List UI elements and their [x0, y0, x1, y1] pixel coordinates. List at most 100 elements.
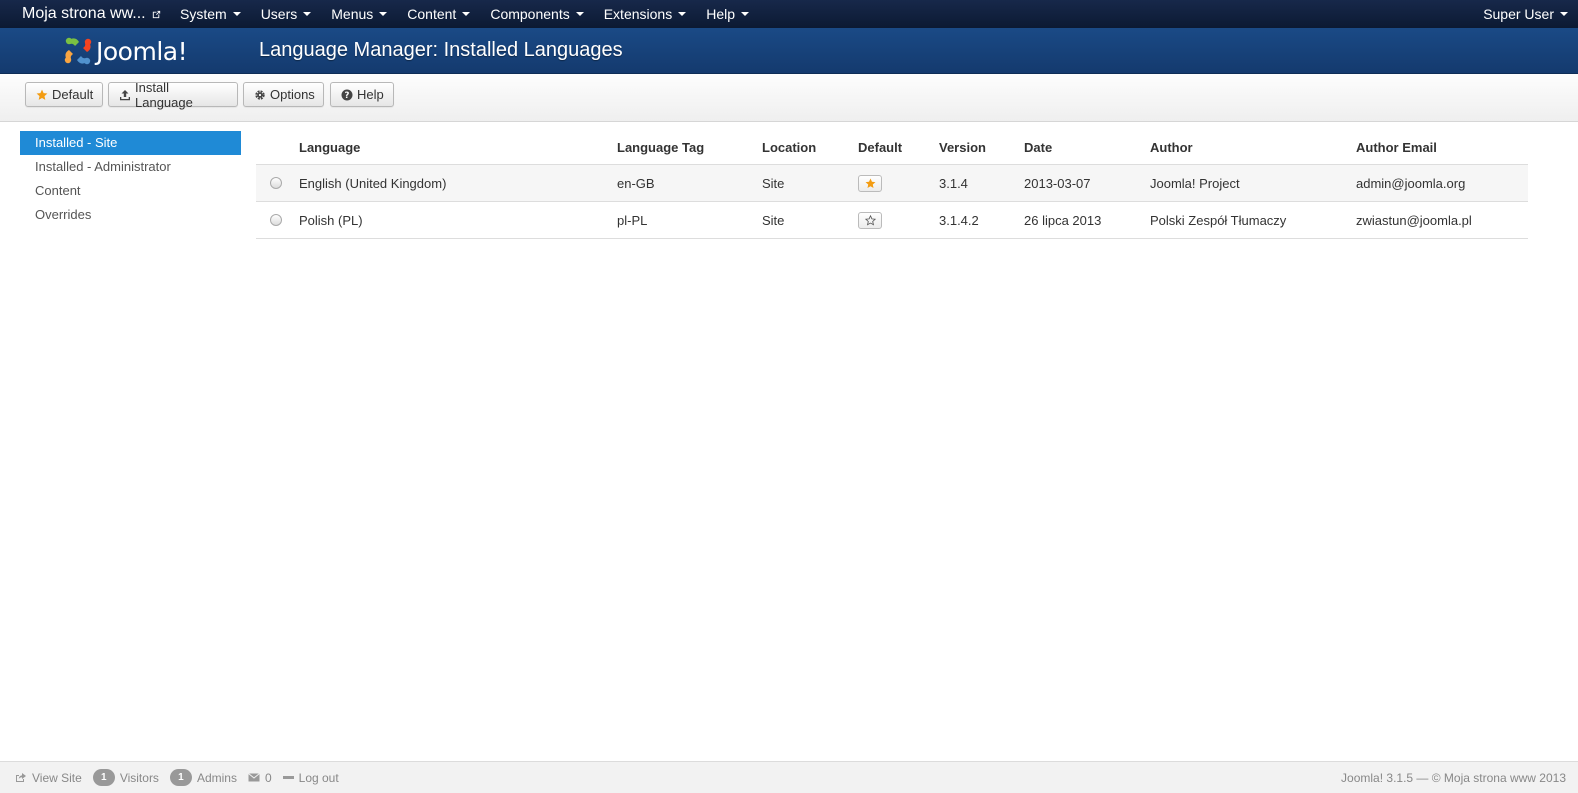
- header-author[interactable]: Author: [1150, 140, 1356, 155]
- menu-system-label: System: [180, 6, 227, 22]
- minus-icon: [282, 776, 294, 779]
- question-circle-icon: ?: [341, 89, 353, 101]
- messages-count: 0: [264, 770, 272, 785]
- visitors-indicator: 1 Visitors: [92, 769, 159, 786]
- install-language-label: Install Language: [135, 79, 193, 110]
- menu-users[interactable]: Users: [251, 0, 322, 28]
- table-row: Polish (PL) pl-PL Site 3.1.4.2 26 lipca …: [256, 202, 1528, 239]
- caret-down-icon: [678, 12, 687, 16]
- default-button-label: Default: [52, 87, 94, 102]
- toolbar: Default Install Language Options ? Help: [0, 74, 1578, 122]
- caret-down-icon: [575, 12, 584, 16]
- language-version: 3.1.4: [939, 175, 968, 191]
- header-location[interactable]: Location: [762, 140, 858, 155]
- options-label: Options: [270, 87, 315, 102]
- select-radio[interactable]: [270, 177, 282, 189]
- view-site-label: View Site: [32, 770, 82, 785]
- menu-components-label: Components: [490, 6, 570, 22]
- help-button[interactable]: ? Help: [330, 82, 394, 107]
- logout-link[interactable]: Log out: [282, 770, 339, 785]
- admins-badge: 1: [169, 769, 192, 786]
- sidebar: Installed - Site Installed - Administrat…: [20, 131, 241, 227]
- admins-label: Admins: [196, 770, 237, 785]
- row-select: [256, 214, 299, 226]
- header-default[interactable]: Default: [858, 140, 939, 155]
- options-button[interactable]: Options: [243, 82, 324, 107]
- copyright-text: Joomla! 3.1.5 — © Moja strona www 2013: [1341, 770, 1566, 785]
- main-menu: System Users Menus Content Components Ex…: [170, 0, 759, 28]
- header-version[interactable]: Version: [939, 140, 1024, 155]
- upload-icon: [119, 89, 131, 101]
- default-button[interactable]: Default: [25, 82, 103, 107]
- share-icon: [16, 773, 26, 782]
- default-toggle[interactable]: [858, 174, 882, 192]
- language-name: Polish (PL): [299, 212, 363, 228]
- header-date[interactable]: Date: [1024, 140, 1150, 155]
- select-radio[interactable]: [270, 214, 282, 226]
- languages-table: Language Language Tag Location Default V…: [256, 131, 1528, 239]
- view-site-link[interactable]: View Site: [15, 771, 82, 785]
- language-tag: en-GB: [617, 175, 655, 191]
- menu-content[interactable]: Content: [397, 0, 480, 28]
- visitors-badge: 1: [92, 769, 115, 786]
- caret-down-icon: [462, 12, 471, 16]
- language-version: 3.1.4.2: [939, 212, 979, 228]
- messages-link[interactable]: 0: [248, 771, 272, 785]
- header-language-tag[interactable]: Language Tag: [617, 140, 762, 155]
- gear-icon: [254, 89, 266, 101]
- menu-extensions[interactable]: Extensions: [594, 0, 696, 28]
- language-author: Joomla! Project: [1150, 175, 1240, 191]
- logout-label: Log out: [298, 770, 339, 785]
- admins-indicator: 1 Admins: [169, 769, 237, 786]
- site-name: Moja strona ww...: [22, 5, 146, 22]
- svg-text:?: ?: [345, 91, 350, 101]
- table-row: English (United Kingdom) en-GB Site 3.1.…: [256, 165, 1528, 202]
- default-toggle[interactable]: [858, 211, 882, 229]
- joomla-logo: Joomla!: [62, 32, 188, 70]
- language-author: Polski Zespół Tłumaczy: [1150, 212, 1287, 228]
- default-cell: [858, 211, 939, 229]
- row-select: [256, 177, 299, 189]
- header-author-email[interactable]: Author Email: [1356, 140, 1528, 155]
- external-link-icon: [152, 10, 160, 18]
- envelope-icon: [248, 773, 260, 782]
- default-cell: [858, 174, 939, 192]
- page-title: Language Manager: Installed Languages: [259, 39, 623, 61]
- language-author-email: admin@joomla.org: [1356, 175, 1466, 191]
- menu-content-label: Content: [407, 6, 457, 22]
- visitors-label: Visitors: [119, 770, 159, 785]
- language-date: 26 lipca 2013: [1024, 212, 1102, 228]
- language-date: 2013-03-07: [1024, 175, 1091, 191]
- caret-down-icon: [303, 12, 312, 16]
- menu-menus[interactable]: Menus: [321, 0, 397, 28]
- sidebar-item-installed-site[interactable]: Installed - Site: [20, 131, 241, 155]
- install-language-button[interactable]: Install Language: [108, 79, 238, 110]
- site-name-link[interactable]: Moja strona ww...: [0, 5, 170, 23]
- caret-down-icon: [1560, 12, 1568, 16]
- menu-components[interactable]: Components: [480, 0, 593, 28]
- menu-help-label: Help: [706, 6, 735, 22]
- sidebar-item-overrides[interactable]: Overrides: [20, 203, 241, 227]
- joomla-logo-icon: [64, 37, 92, 65]
- caret-down-icon: [741, 12, 749, 16]
- logo-text: Joomla!: [96, 36, 188, 66]
- language-tag: pl-PL: [617, 212, 648, 228]
- star-empty-icon: [864, 214, 876, 226]
- user-name: Super User: [1483, 6, 1554, 22]
- table-header: Language Language Tag Location Default V…: [256, 131, 1528, 165]
- language-location: Site: [762, 175, 785, 191]
- language-location: Site: [762, 212, 785, 228]
- menu-help[interactable]: Help: [696, 0, 759, 28]
- user-menu[interactable]: Super User: [1483, 0, 1568, 28]
- language-name: English (United Kingdom): [299, 175, 447, 191]
- star-filled-icon: [865, 178, 875, 188]
- caret-down-icon: [232, 12, 241, 16]
- help-label: Help: [357, 87, 384, 102]
- menu-system[interactable]: System: [170, 0, 251, 28]
- caret-down-icon: [379, 12, 388, 16]
- sidebar-item-installed-administrator[interactable]: Installed - Administrator: [20, 155, 241, 179]
- page-header: Joomla! Language Manager: Installed Lang…: [0, 28, 1578, 74]
- sidebar-item-content[interactable]: Content: [20, 179, 241, 203]
- menu-extensions-label: Extensions: [603, 6, 673, 22]
- header-language[interactable]: Language: [299, 140, 617, 155]
